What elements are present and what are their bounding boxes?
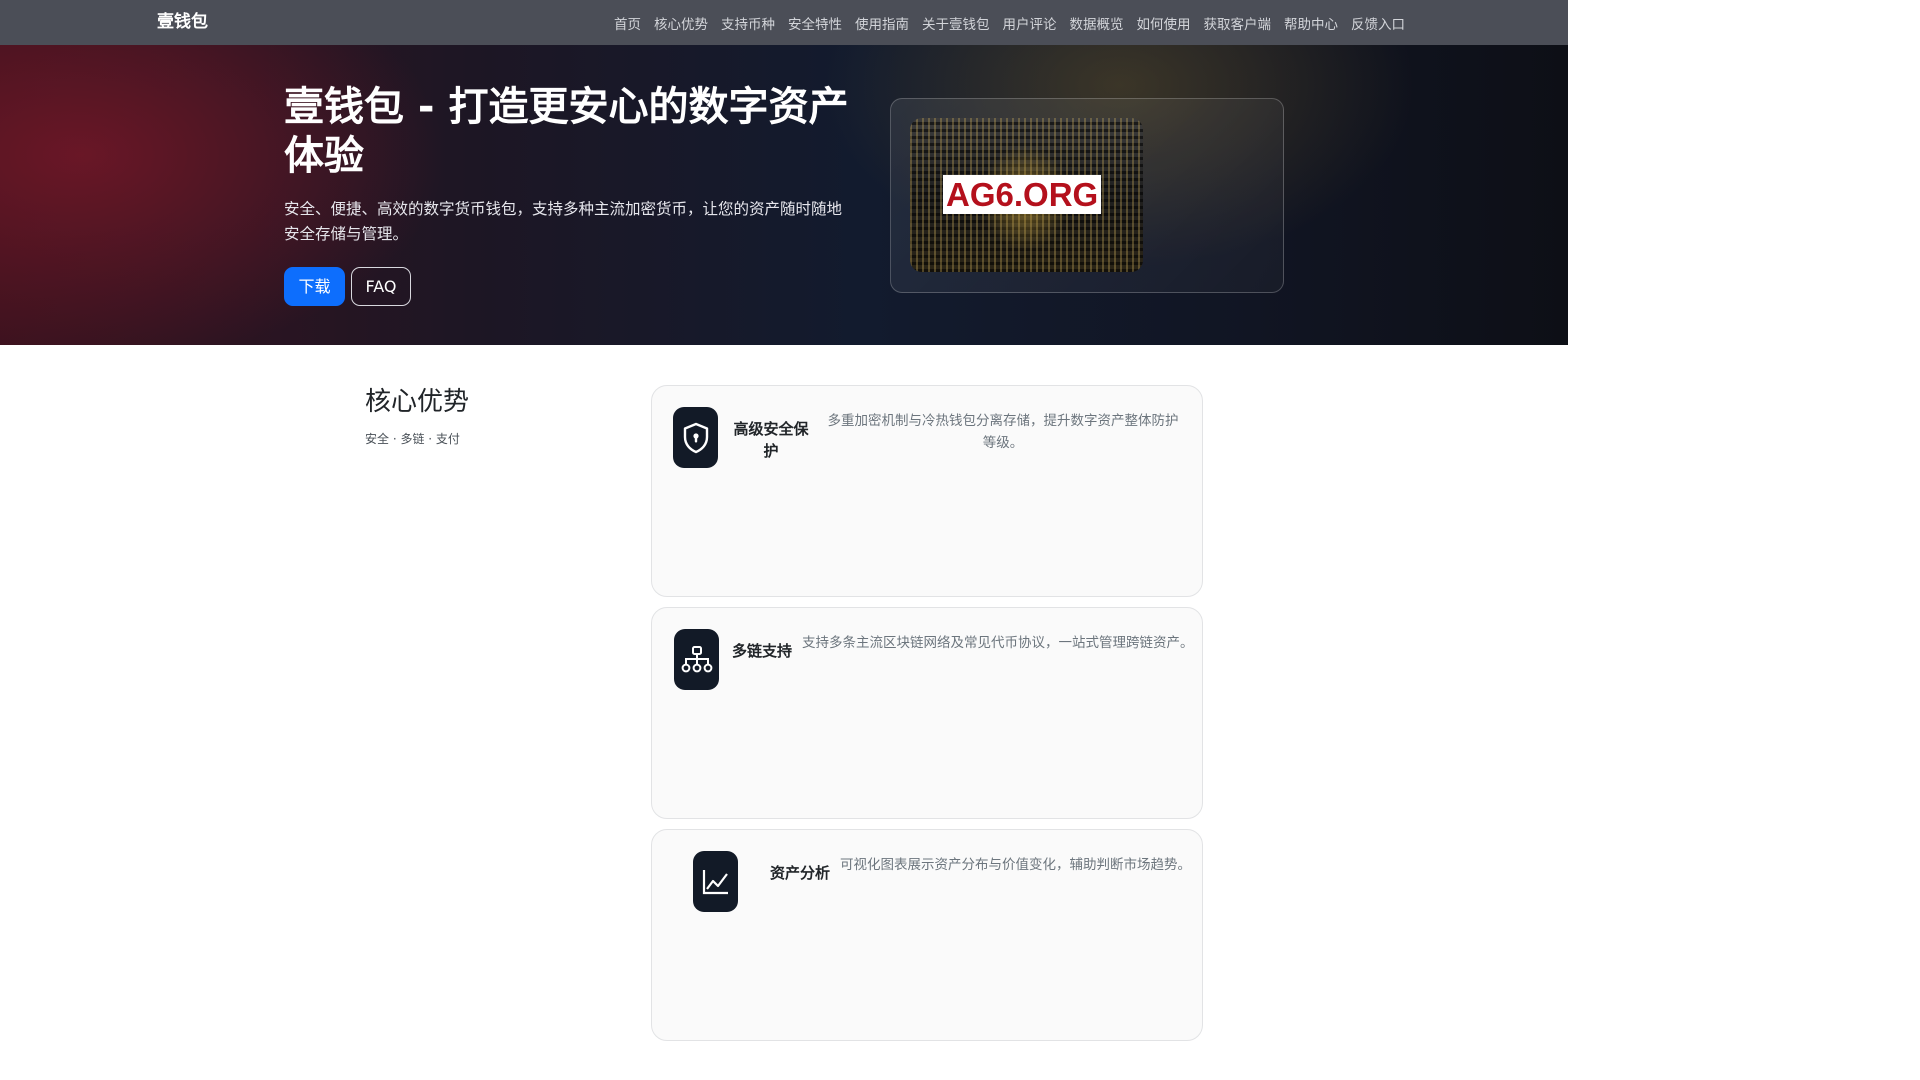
faq-button[interactable]: FAQ bbox=[351, 267, 411, 306]
feature-description: 支持多条主流区块链网络及常见代币协议，一站式管理跨链资产。 bbox=[802, 635, 1194, 651]
nav-item-help-center[interactable]: 帮助中心 bbox=[1284, 13, 1338, 33]
nav-item-currencies[interactable]: 支持币种 bbox=[721, 13, 775, 33]
section-subtitle: 安全 · 多链 · 支付 bbox=[365, 432, 460, 446]
feature-title: 多链支持 bbox=[731, 642, 792, 660]
shield-icon bbox=[673, 407, 718, 468]
feature-title: 资产分析 bbox=[769, 864, 830, 882]
hero-title: 壹钱包 - 打造更安心的数字资产体验 bbox=[284, 84, 849, 179]
feature-description: 可视化图表展示资产分布与价值变化，辅助判断市场趋势。 bbox=[840, 857, 1191, 873]
top-navbar: 壹钱包 首页 核心优势 支持币种 安全特性 使用指南 关于壹钱包 用户评论 数据… bbox=[0, 0, 1568, 45]
nav-item-security[interactable]: 安全特性 bbox=[788, 13, 842, 33]
feature-description: 多重加密机制与冷热钱包分离存储，提升数字资产整体防护等级。 bbox=[827, 413, 1179, 451]
nav-item-get-client[interactable]: 获取客户端 bbox=[1204, 13, 1272, 33]
nav-item-feedback[interactable]: 反馈入口 bbox=[1351, 13, 1405, 33]
feature-card: 多链支持 支持多条主流区块链网络及常见代币协议，一站式管理跨链资产。 bbox=[651, 607, 1203, 819]
hero-image-card: AG6.ORG bbox=[890, 98, 1284, 293]
feature-title: 高级安全保护 bbox=[733, 420, 809, 460]
nav-item-about[interactable]: 关于壹钱包 bbox=[922, 13, 990, 33]
nav-item-advantages[interactable]: 核心优势 bbox=[654, 13, 708, 33]
nav-item-reviews[interactable]: 用户评论 bbox=[1003, 13, 1057, 33]
feature-card: 高级安全保护 多重加密机制与冷热钱包分离存储，提升数字资产整体防护等级。 bbox=[651, 385, 1203, 597]
nav-item-guide[interactable]: 使用指南 bbox=[855, 13, 909, 33]
hero-image: AG6.ORG bbox=[910, 118, 1143, 272]
image-watermark-label: AG6.ORG bbox=[943, 175, 1102, 214]
hero-section: 壹钱包 - 打造更安心的数字资产体验 安全、便捷、高效的数字货币钱包，支持多种主… bbox=[0, 45, 1568, 345]
network-icon bbox=[674, 629, 719, 690]
nav-item-home[interactable]: 首页 bbox=[614, 13, 641, 33]
nav-menu: 首页 核心优势 支持币种 安全特性 使用指南 关于壹钱包 用户评论 数据概览 如… bbox=[614, 0, 1405, 45]
brand-logo[interactable]: 壹钱包 bbox=[157, 0, 208, 45]
nav-item-data-overview[interactable]: 数据概览 bbox=[1070, 13, 1124, 33]
nav-item-how-to-use[interactable]: 如何使用 bbox=[1137, 13, 1191, 33]
hero-subtitle: 安全、便捷、高效的数字货币钱包，支持多种主流加密货币，让您的资产随时随地安全存储… bbox=[284, 200, 843, 243]
chart-line-icon bbox=[693, 851, 738, 912]
feature-card: 资产分析 可视化图表展示资产分布与价值变化，辅助判断市场趋势。 bbox=[651, 829, 1203, 1041]
download-button[interactable]: 下载 bbox=[284, 267, 345, 306]
section-title: 核心优势 bbox=[365, 387, 470, 417]
